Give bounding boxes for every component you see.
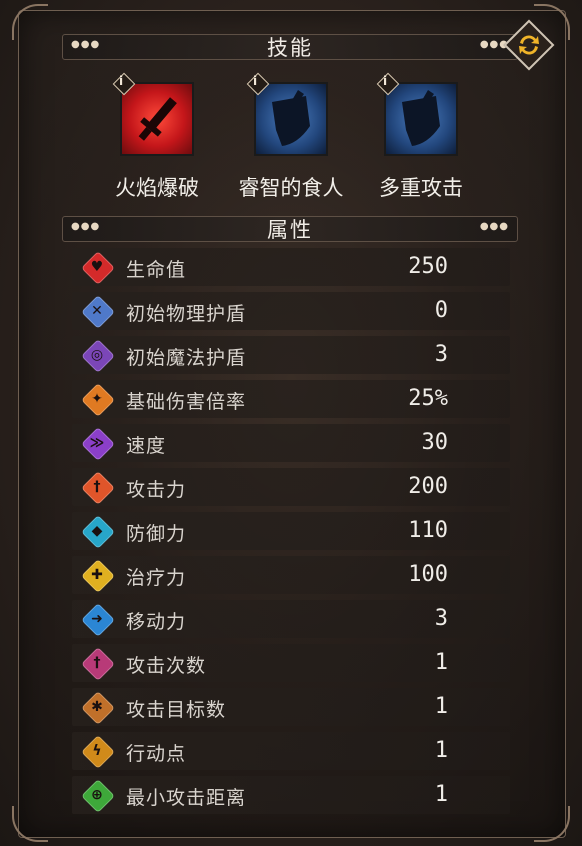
info-icon: i: [119, 74, 124, 88]
action-point-icon: ϟ: [81, 735, 115, 769]
swap-arrows-icon: [519, 35, 539, 55]
frame-corner: [12, 4, 48, 40]
attribute-value: 30: [421, 430, 449, 455]
skill-name: 睿智的食人: [238, 176, 344, 200]
attribute-value: 3: [434, 342, 448, 367]
attribute-value: 1: [434, 738, 448, 763]
skill-icon-frame: i: [376, 72, 458, 156]
attribute-row-action-point: ϟ 行动点 1: [72, 732, 510, 770]
attribute-value: 1: [434, 650, 448, 675]
frame-corner: [12, 806, 48, 842]
attribute-label: 攻击目标数: [126, 699, 227, 721]
speed-icon: ≫: [81, 427, 115, 461]
physical-shield-icon: ✕: [81, 295, 115, 329]
attribute-row-heal: ✚ 治疗力 100: [72, 556, 510, 594]
attribute-label: 初始物理护盾: [126, 303, 247, 325]
ornament-dots: ●●●: [479, 221, 509, 232]
attribute-value: 200: [408, 474, 448, 499]
attributes-list: ♥ 生命值 250 ✕ 初始物理护盾 0 ◎ 初始魔法护盾 3 ✦ 基础伤害倍率…: [72, 248, 510, 820]
attribute-label: 生命值: [126, 259, 187, 281]
attribute-label: 行动点: [126, 743, 187, 765]
attribute-value: 25%: [408, 386, 448, 411]
skill-name: 火焰爆破: [115, 176, 199, 200]
range-icon: ⊕: [81, 779, 115, 813]
attribute-value: 1: [434, 694, 448, 719]
skill-icon-frame: i: [112, 72, 194, 156]
move-icon: ➜: [81, 603, 115, 637]
attribute-value: 3: [434, 606, 448, 631]
shield-icon: [402, 90, 440, 146]
info-icon: i: [383, 74, 388, 88]
skill-name: 多重攻击: [379, 176, 463, 200]
attribute-value: 100: [408, 562, 448, 587]
ornament-dots: ●●●: [71, 221, 101, 232]
attribute-label: 基础伤害倍率: [126, 391, 247, 413]
attribute-value: 250: [408, 254, 448, 279]
ornament-dots: ●●●: [71, 39, 101, 50]
attribute-row-defense: ◆ 防御力 110: [72, 512, 510, 550]
attribute-label: 移动力: [126, 611, 187, 633]
attribute-row-damage-multiplier: ✦ 基础伤害倍率 25%: [72, 380, 510, 418]
skill-icon-frame: i: [246, 72, 328, 156]
attributes-header: ●●● 属性 ●●●: [62, 216, 518, 242]
attribute-label: 速度: [126, 435, 167, 457]
attribute-row-speed: ≫ 速度 30: [72, 424, 510, 462]
skill-slot[interactable]: i 睿智的食人: [226, 72, 356, 202]
attack-icon: †: [81, 471, 115, 505]
skills-header: ●●● 技能 ●●●: [62, 34, 518, 60]
attack-count-icon: †: [81, 647, 115, 681]
skill-slot[interactable]: i 火焰爆破: [92, 72, 222, 202]
attribute-row-magic-shield: ◎ 初始魔法护盾 3: [72, 336, 510, 374]
skills-title: 技能: [267, 36, 313, 60]
magic-shield-icon: ◎: [81, 339, 115, 373]
attribute-row-physical-shield: ✕ 初始物理护盾 0: [72, 292, 510, 330]
attribute-label: 攻击力: [126, 479, 187, 501]
sword-icon: [138, 97, 177, 141]
info-icon: i: [253, 74, 258, 88]
attribute-label: 治疗力: [126, 567, 187, 589]
attribute-label: 初始魔法护盾: [126, 347, 247, 369]
attribute-value: 110: [408, 518, 448, 543]
skill-slot[interactable]: i 多重攻击: [356, 72, 486, 202]
attribute-label: 防御力: [126, 523, 187, 545]
attribute-row-hp: ♥ 生命值 250: [72, 248, 510, 286]
attribute-label: 最小攻击距离: [126, 787, 247, 809]
heart-icon: ♥: [81, 251, 115, 285]
attribute-row-attack-count: † 攻击次数 1: [72, 644, 510, 682]
defense-icon: ◆: [81, 515, 115, 549]
attribute-row-move: ➜ 移动力 3: [72, 600, 510, 638]
attributes-title: 属性: [267, 218, 313, 242]
attribute-row-target-count: ✱ 攻击目标数 1: [72, 688, 510, 726]
shield-icon: [272, 90, 310, 146]
attribute-value: 0: [434, 298, 448, 323]
swap-button[interactable]: [503, 19, 555, 71]
damage-multiplier-icon: ✦: [81, 383, 115, 417]
attribute-label: 攻击次数: [126, 655, 207, 677]
heal-icon: ✚: [81, 559, 115, 593]
attribute-row-min-range: ⊕ 最小攻击距离 1: [72, 776, 510, 814]
attribute-row-attack: † 攻击力 200: [72, 468, 510, 506]
skills-list: i 火焰爆破 i 睿智的食人 i 多重攻击: [0, 72, 582, 202]
attribute-value: 1: [434, 782, 448, 807]
target-count-icon: ✱: [81, 691, 115, 725]
